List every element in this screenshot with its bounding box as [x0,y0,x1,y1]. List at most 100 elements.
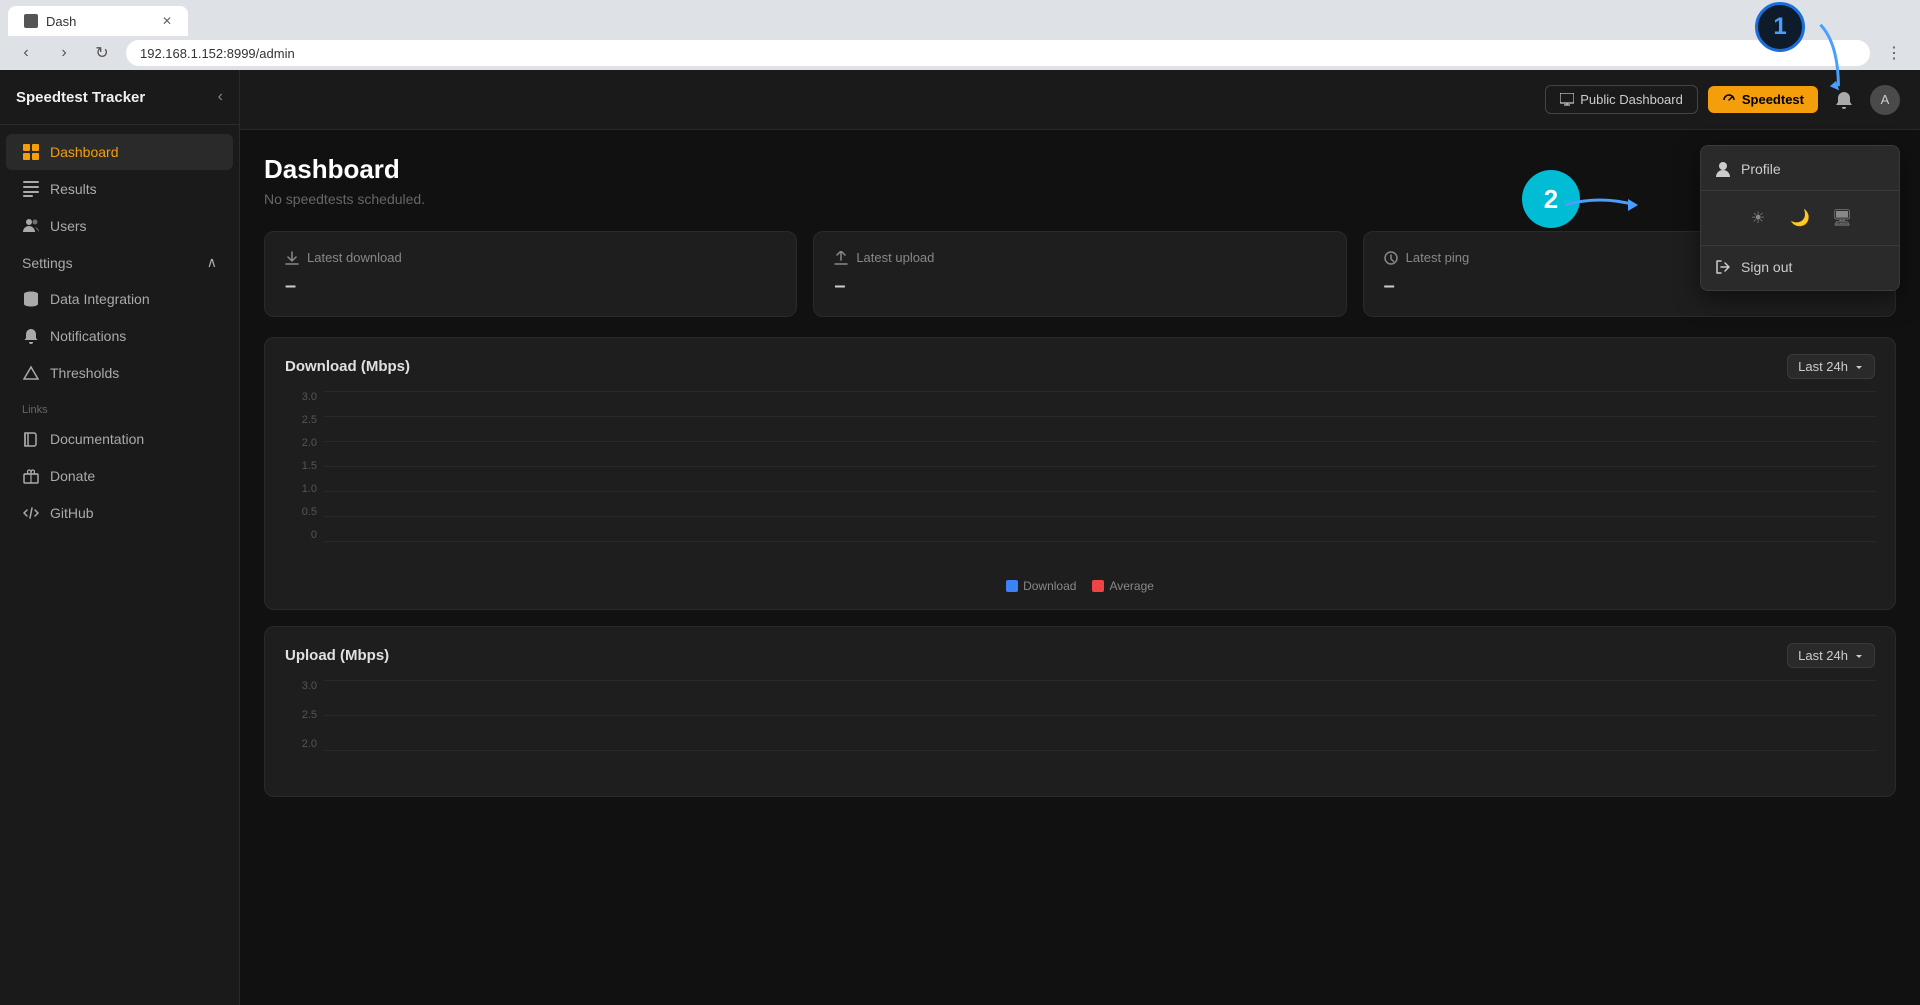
y-label: 2.0 [302,437,317,449]
tab-favicon [24,14,38,28]
annotation-1-circle: 1 [1755,2,1805,52]
browser-tabs: Dash ✕ [0,0,1920,36]
profile-icon [1715,161,1731,177]
sidebar-header: Speedtest Tracker ‹ [0,70,239,125]
browser-toolbar: ‹ › ↻ ⋮ [0,36,1920,70]
download-chart-section: Download (Mbps) Last 24h 3.0 2.5 2.0 1.5… [264,337,1896,610]
y-label: 1.5 [302,460,317,472]
speedtest-label: Speedtest [1742,92,1804,107]
y-label: 0.5 [302,506,317,518]
users-icon [22,217,40,235]
theme-switcher: ☀ 🌙 🖥 [1701,195,1899,241]
upload-chart-grid [325,680,1875,750]
sign-out-icon [1715,259,1731,275]
download-chart-y-axis: 3.0 2.5 2.0 1.5 1.0 0.5 0 [285,391,325,541]
sidebar-item-donate[interactable]: Donate [6,458,233,494]
forward-button[interactable]: › [50,39,78,67]
upload-chart-header: Upload (Mbps) Last 24h [285,643,1875,668]
stat-value-download: – [285,275,776,298]
profile-label: Profile [1741,161,1781,177]
sidebar-item-label: GitHub [50,505,94,521]
sidebar-item-results[interactable]: Results [6,171,233,207]
stat-value-upload: – [834,275,1325,298]
public-dashboard-icon [1560,93,1574,107]
speedtest-button[interactable]: Speedtest [1708,86,1818,113]
legend-label-average: Average [1109,579,1153,593]
y-label: 3.0 [302,391,317,403]
sign-out-menu-item[interactable]: Sign out [1701,250,1899,284]
chevron-down-icon [1854,651,1864,661]
sidebar-item-label: Thresholds [50,365,119,381]
sidebar-item-label: Dashboard [50,144,119,160]
legend-item-average: Average [1092,579,1153,593]
settings-label: Settings [22,255,73,271]
theme-dark-button[interactable]: 🌙 [1785,203,1815,233]
theme-system-button[interactable]: 🖥 [1827,203,1857,233]
sidebar-item-data-integration[interactable]: Data Integration [6,281,233,317]
stat-card-upload: Latest upload – [813,231,1346,317]
sidebar-item-label: Users [50,218,87,234]
sidebar-item-thresholds[interactable]: Thresholds [6,355,233,391]
annotation-arrow-2 [1560,185,1640,230]
browser-menu-button[interactable]: ⋮ [1880,39,1908,67]
stat-label-download: Latest download [307,250,402,265]
sign-out-label: Sign out [1741,259,1792,275]
topbar: Public Dashboard Speedtest A [240,70,1920,130]
public-dashboard-button[interactable]: Public Dashboard [1545,85,1698,114]
dropdown-divider-2 [1701,245,1899,246]
back-button[interactable]: ‹ [12,39,40,67]
upload-chart-title: Upload (Mbps) [285,647,389,664]
y-label: 2.5 [302,414,317,426]
upload-icon [834,251,848,265]
browser-actions: ⋮ [1880,39,1908,67]
download-chart-title: Download (Mbps) [285,358,410,375]
sidebar-item-users[interactable]: Users [6,208,233,244]
gift-icon [22,467,40,485]
download-chart-legend: Download Average [285,579,1875,593]
stat-card-upload-header: Latest upload [834,250,1325,265]
dashboard-icon [22,143,40,161]
stats-row: Latest download – Latest upload – Latest… [264,231,1896,317]
download-time-range-select[interactable]: Last 24h [1787,354,1875,379]
y-label: 1.0 [302,483,317,495]
upload-time-range-select[interactable]: Last 24h [1787,643,1875,668]
app-logo: Speedtest Tracker [16,89,145,106]
book-icon [22,430,40,448]
download-icon [285,251,299,265]
sidebar-collapse-button[interactable]: ‹ [218,88,223,106]
download-time-range-label: Last 24h [1798,359,1848,374]
theme-light-button[interactable]: ☀ [1743,203,1773,233]
download-chart-header: Download (Mbps) Last 24h [285,354,1875,379]
sidebar-item-github[interactable]: GitHub [6,495,233,531]
sidebar-item-label: Donate [50,468,95,484]
browser-tab[interactable]: Dash ✕ [8,6,188,36]
sidebar-item-documentation[interactable]: Documentation [6,421,233,457]
legend-dot-download [1006,580,1018,592]
public-dashboard-label: Public Dashboard [1580,92,1683,107]
chevron-down-icon [1854,362,1864,372]
sidebar-nav: Dashboard Results Users Settings ∧ [0,125,239,1005]
stat-label-ping: Latest ping [1406,250,1470,265]
settings-section[interactable]: Settings ∧ [6,245,233,280]
bell-icon [22,327,40,345]
avatar[interactable]: A [1870,85,1900,115]
sidebar-item-notifications[interactable]: Notifications [6,318,233,354]
sidebar-item-label: Data Integration [50,291,150,307]
triangle-icon [22,364,40,382]
sidebar-item-label: Notifications [50,328,126,344]
tab-title: Dash [46,14,76,29]
tab-close-button[interactable]: ✕ [162,14,172,28]
upload-time-range-label: Last 24h [1798,648,1848,663]
stat-card-download-header: Latest download [285,250,776,265]
links-section-label: Links [0,392,239,420]
sidebar-item-label: Results [50,181,97,197]
profile-menu-item[interactable]: Profile [1701,152,1899,186]
sidebar: Speedtest Tracker ‹ Dashboard Results [0,70,240,1005]
download-chart-grid [325,391,1875,541]
reload-button[interactable]: ↻ [88,39,116,67]
browser-chrome: Dash ✕ ‹ › ↻ ⋮ [0,0,1920,70]
download-chart-area: 3.0 2.5 2.0 1.5 1.0 0.5 0 [285,391,1875,571]
clock-icon [1384,251,1398,265]
sidebar-item-dashboard[interactable]: Dashboard [6,134,233,170]
address-bar[interactable] [126,40,1870,66]
